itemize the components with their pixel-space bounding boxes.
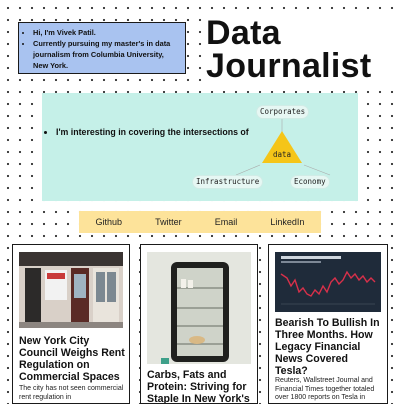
linkedin-link[interactable]: LinkedIn xyxy=(270,217,304,227)
page-title: Data Journalist xyxy=(204,14,396,85)
diagram-node-center: data xyxy=(273,150,292,159)
twitter-link[interactable]: Twitter xyxy=(155,217,182,227)
intro-education: Currently pursuing my master's in data j… xyxy=(33,38,179,71)
article-card-rent-regulation[interactable]: New York City Council Weighs Rent Regula… xyxy=(12,244,130,404)
intro-box: Hi, I'm Vivek Patil. Currently pursuing … xyxy=(18,22,186,74)
diagram-connector-left xyxy=(235,164,261,176)
diagram-node-right: Economy xyxy=(290,175,330,189)
social-links-bar: Github Twitter Email LinkedIn xyxy=(79,211,321,233)
email-link[interactable]: Email xyxy=(215,217,238,227)
page-title-line2: Journalist xyxy=(206,47,372,85)
diagram-node-top: Corporates xyxy=(256,105,310,119)
diagram-connector-right xyxy=(303,164,331,176)
article-card-nutrition[interactable]: Carbs, Fats and Protein: Striving for St… xyxy=(140,244,258,404)
fridge-image xyxy=(147,252,251,364)
article-title[interactable]: New York City Council Weighs Rent Regula… xyxy=(19,335,127,383)
intro-list: Hi, I'm Vivek Patil. Currently pursuing … xyxy=(23,27,179,71)
diagram-node-left: Infrastructure xyxy=(192,175,264,189)
storefront-image xyxy=(19,252,123,328)
article-title[interactable]: Bearish To Bullish In Three Months. How … xyxy=(275,317,383,377)
article-excerpt: Reuters, Wallstreet Journal and Financia… xyxy=(275,377,375,401)
intro-greeting: Hi, I'm Vivek Patil. xyxy=(33,27,179,38)
github-link[interactable]: Github xyxy=(96,217,123,227)
article-title[interactable]: Carbs, Fats and Protein: Striving for St… xyxy=(147,369,255,403)
page-title-line1: Data xyxy=(206,14,281,52)
interests-panel: I'm interesting in covering the intersec… xyxy=(42,93,358,201)
chart-thumbnail-image xyxy=(275,252,381,312)
article-excerpt: The city has not seen commercial rent re… xyxy=(19,385,124,401)
article-card-tesla[interactable]: Bearish To Bullish In Three Months. How … xyxy=(268,244,388,404)
